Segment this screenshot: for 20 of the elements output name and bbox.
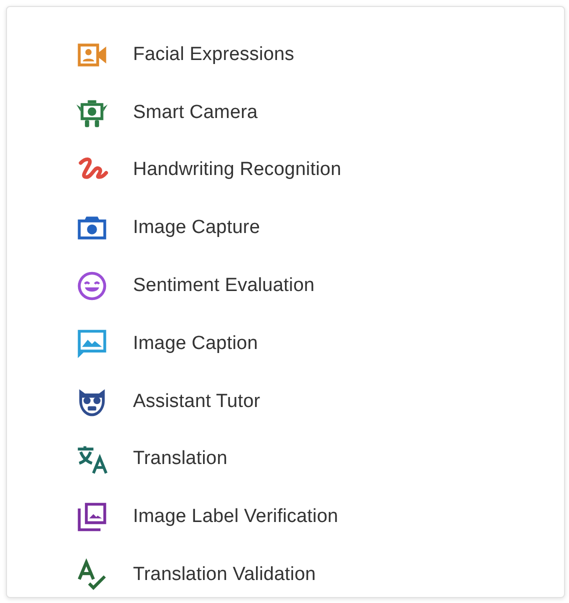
menu-item[interactable]: Handwriting Recognition: [75, 142, 564, 200]
menu-item-label: Assistant Tutor: [133, 390, 260, 413]
menu-item[interactable]: Image Label Verification: [75, 488, 564, 546]
menu-item-label: Image Caption: [133, 332, 258, 355]
menu-item-label: Image Label Verification: [133, 506, 338, 528]
menu-item[interactable]: Image Capture: [75, 199, 564, 258]
menu-item[interactable]: Facial Expressions: [75, 26, 564, 84]
menu-item[interactable]: Translation Validation: [75, 546, 564, 603]
menu-item[interactable]: Assistant Tutor: [75, 372, 564, 431]
menu-item[interactable]: Smart Camera: [75, 84, 564, 142]
menu-item-label: Translation: [133, 448, 228, 470]
menu-item-label: Smart Camera: [133, 102, 258, 124]
menu-item-label: Handwriting Recognition: [133, 159, 342, 182]
menu-item-label: Sentiment Evaluation: [133, 275, 315, 298]
menu-item-label: Facial Expressions: [133, 44, 294, 66]
menu-item[interactable]: Translation: [75, 430, 564, 488]
menu-item-label: Translation Validation: [133, 564, 316, 586]
menu-item-label: Image Capture: [133, 217, 260, 240]
menu-item[interactable]: Sentiment Evaluation: [75, 257, 564, 315]
menu-item[interactable]: Image Caption: [75, 314, 564, 373]
